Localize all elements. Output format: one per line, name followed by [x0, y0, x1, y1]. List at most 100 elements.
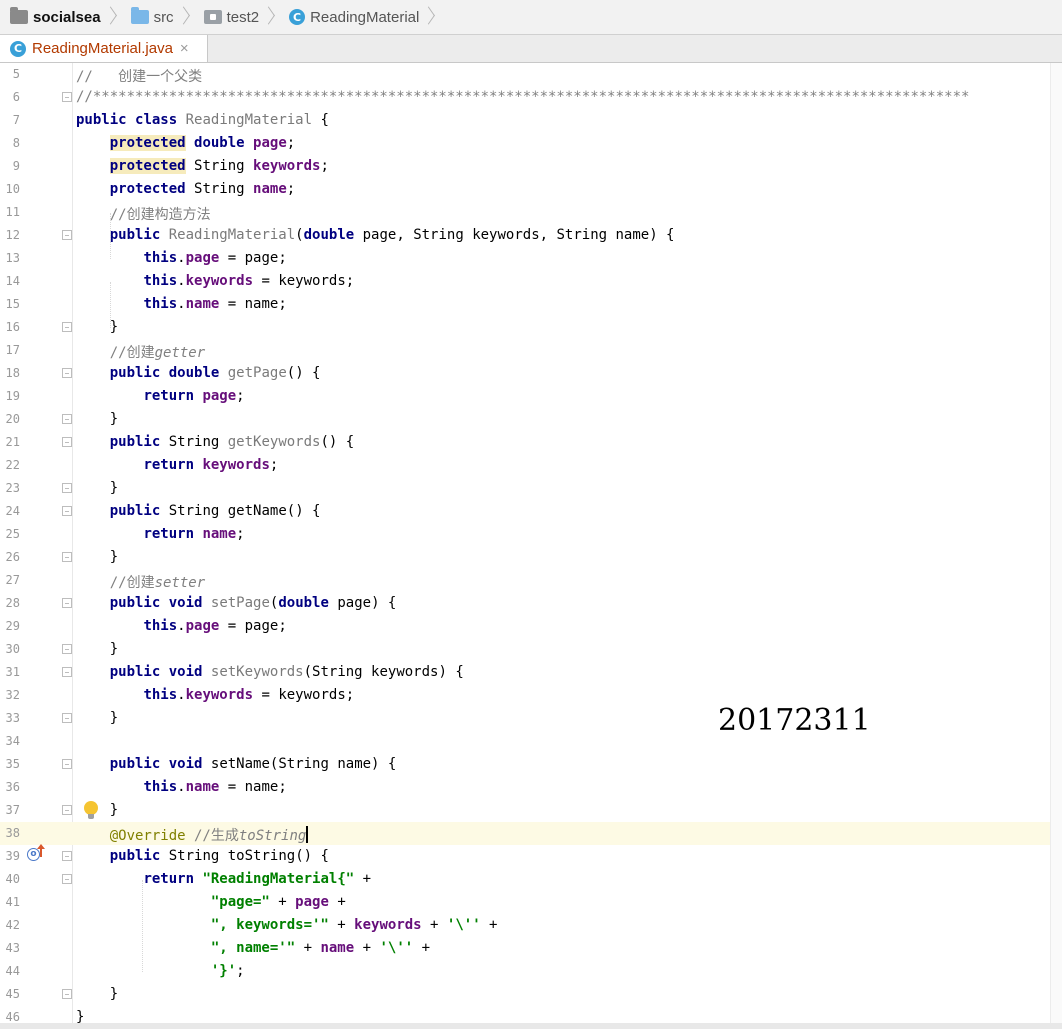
breadcrumb-item-project[interactable]: socialsea [0, 0, 121, 34]
fold-collapse-icon[interactable] [62, 437, 72, 447]
close-icon[interactable]: × [180, 40, 189, 57]
fold-end-icon[interactable] [62, 805, 72, 815]
code-line[interactable]: 11 //创建构造方法 [0, 201, 1062, 224]
code-line[interactable]: 32 this.keywords = keywords; [0, 684, 1062, 707]
code-token: + [328, 894, 346, 910]
code-token: "ReadingMaterial{" [202, 871, 355, 887]
horizontal-scrollbar[interactable] [0, 1023, 1062, 1029]
code-token: ReadingMaterial [168, 227, 296, 243]
code-line[interactable]: 36 this.name = name; [0, 776, 1062, 799]
code-token: } [109, 802, 119, 818]
code-line[interactable]: 46} [0, 1006, 1062, 1023]
code-line[interactable]: 41 "page=" + page + [0, 891, 1062, 914]
code-line[interactable]: 17 //创建getter [0, 339, 1062, 362]
tab-readingmaterial-java[interactable]: C ReadingMaterial.java × [0, 35, 208, 62]
code-token: = page; [219, 618, 287, 634]
code-token: keywords [185, 273, 254, 289]
code-token: getPage [227, 365, 287, 381]
breadcrumb-item-package[interactable]: test2 [194, 0, 280, 34]
code-line[interactable]: 27 //创建setter [0, 569, 1062, 592]
code-line[interactable]: 24 public String getName() { [0, 500, 1062, 523]
code-line[interactable]: 8 protected double page; [0, 132, 1062, 155]
code-line[interactable]: 31 public void setKeywords(String keywor… [0, 661, 1062, 684]
code-line[interactable]: 9 protected String keywords; [0, 155, 1062, 178]
code-editor[interactable]: 5 // 创建一个父类 6 //***************************… [0, 63, 1062, 1023]
code-line[interactable]: 26 } [0, 546, 1062, 569]
code-line[interactable]: 38 @Override //生成toString [0, 822, 1062, 845]
breadcrumb-label: ReadingMaterial [310, 8, 420, 26]
breadcrumb-item-src[interactable]: src [121, 0, 194, 34]
fold-end-icon[interactable] [62, 414, 72, 424]
code-line[interactable]: 40 return "ReadingMaterial{" + [0, 868, 1062, 891]
code-line[interactable]: 39 o public String toString() { [0, 844, 1062, 868]
breadcrumb-item-class[interactable]: C ReadingMaterial [279, 0, 439, 34]
class-icon: C [289, 9, 306, 25]
code-line[interactable]: 10 protected String name; [0, 178, 1062, 201]
fold-collapse-icon[interactable] [62, 230, 72, 240]
code-line[interactable]: 28 public void setPage(double page) { [0, 592, 1062, 615]
fold-collapse-icon[interactable] [62, 598, 72, 608]
code-line[interactable]: 22 return keywords; [0, 454, 1062, 477]
code-line[interactable]: 25 return name; [0, 523, 1062, 546]
code-text: this.name = name; [76, 779, 286, 795]
fold-collapse-icon[interactable] [62, 851, 72, 861]
code-token: = keywords; [253, 687, 355, 703]
code-token: { [312, 112, 329, 128]
line-number: 37 [5, 803, 20, 817]
code-line[interactable]: 45 } [0, 983, 1062, 1006]
code-line[interactable]: 15 this.name = name; [0, 293, 1062, 316]
fold-end-icon[interactable] [62, 644, 72, 654]
fold-collapse-icon[interactable] [62, 874, 72, 884]
fold-collapse-icon[interactable] [62, 506, 72, 516]
line-number: 8 [12, 136, 20, 150]
code-line[interactable]: 14 this.keywords = keywords; [0, 270, 1062, 293]
code-line[interactable]: 5 // 创建一个父类 [0, 63, 1062, 86]
fold-collapse-icon[interactable] [62, 759, 72, 769]
vertical-scrollbar[interactable] [1050, 63, 1062, 1023]
code-line[interactable]: 29 this.page = page; [0, 615, 1062, 638]
code-line[interactable]: 13 this.page = page; [0, 247, 1062, 270]
project-folder-icon [10, 7, 28, 24]
code-token: public [109, 503, 161, 519]
fold-end-icon[interactable] [62, 483, 72, 493]
code-line[interactable]: 16 } [0, 316, 1062, 339]
fold-collapse-icon[interactable] [62, 92, 72, 102]
code-token: void [168, 595, 203, 611]
code-text: this.keywords = keywords; [76, 687, 354, 703]
code-line[interactable]: 35 public void setName(String name) { [0, 753, 1062, 776]
fold-collapse-icon[interactable] [62, 667, 72, 677]
code-line[interactable]: 21 public String getKeywords() { [0, 431, 1062, 454]
fold-end-icon[interactable] [62, 322, 72, 332]
code-line[interactable]: 19 return page; [0, 385, 1062, 408]
code-token: this [143, 296, 178, 312]
code-line[interactable]: 6 //*************************************… [0, 86, 1062, 109]
fold-end-icon[interactable] [62, 989, 72, 999]
code-token: } [109, 986, 119, 1002]
code-token: String [194, 158, 245, 174]
code-line[interactable]: 18 public double getPage() { [0, 362, 1062, 385]
code-line[interactable]: 20 } [0, 408, 1062, 431]
override-method-icon[interactable]: o [27, 848, 40, 861]
fold-end-icon[interactable] [62, 713, 72, 723]
code-token: //生成 [185, 828, 239, 844]
line-number: 29 [5, 619, 20, 633]
code-token: public [109, 365, 161, 381]
line-number: 36 [5, 780, 20, 794]
code-token: public [109, 434, 161, 450]
fold-collapse-icon[interactable] [62, 368, 72, 378]
code-line[interactable]: 34 [0, 730, 1062, 753]
code-line[interactable]: 44 '}'; [0, 960, 1062, 983]
line-number: 11 [5, 205, 20, 219]
code-line[interactable]: 33 } [0, 707, 1062, 730]
code-text: //**************************************… [76, 89, 969, 105]
code-line[interactable]: 23 } [0, 477, 1062, 500]
line-number: 18 [5, 366, 20, 380]
fold-end-icon[interactable] [62, 552, 72, 562]
code-line[interactable]: 37 } [0, 799, 1062, 822]
code-line[interactable]: 42 ", keywords='" + keywords + '\'' + [0, 914, 1062, 937]
code-line[interactable]: 30 } [0, 638, 1062, 661]
code-line[interactable]: 43 ", name='" + name + '\'' + [0, 937, 1062, 960]
code-token: protected [109, 158, 186, 174]
code-line[interactable]: 12 public ReadingMaterial(double page, S… [0, 224, 1062, 247]
code-line[interactable]: 7 public class ReadingMaterial { [0, 109, 1062, 132]
